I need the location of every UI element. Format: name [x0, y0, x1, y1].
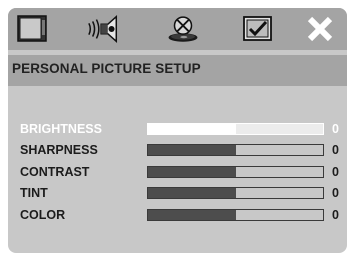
setup-menu-screen: PERSONAL PICTURE SETUP BRIGHTNESS 0 SHARPN… — [8, 8, 347, 253]
setting-row-color[interactable]: COLOR 0 — [8, 206, 347, 226]
level-slider-fill — [148, 145, 236, 155]
setting-value: 0 — [332, 165, 339, 179]
level-slider[interactable] — [147, 166, 324, 178]
level-slider[interactable] — [147, 123, 324, 135]
level-slider-fill — [148, 167, 236, 177]
level-slider-fill — [148, 124, 236, 134]
level-slider-fill — [148, 210, 236, 220]
setting-value: 0 — [332, 208, 339, 222]
setting-row-contrast[interactable]: CONTRAST 0 — [8, 163, 347, 183]
setting-label: TINT — [20, 186, 48, 200]
disc-preference-icon[interactable] — [166, 13, 200, 45]
setting-row-brightness[interactable]: BRIGHTNESS 0 — [8, 120, 347, 140]
menu-icon-bar — [8, 8, 347, 50]
setting-label: BRIGHTNESS — [20, 122, 102, 136]
page-title: PERSONAL PICTURE SETUP — [12, 61, 201, 76]
exit-x-icon[interactable] — [303, 13, 337, 45]
tv-screen-icon[interactable] — [15, 13, 49, 45]
level-slider-fill — [148, 188, 236, 198]
setting-value: 0 — [332, 143, 339, 157]
setting-label: COLOR — [20, 208, 66, 222]
setup-check-icon[interactable] — [241, 13, 275, 45]
level-slider[interactable] — [147, 144, 324, 156]
level-slider[interactable] — [147, 209, 324, 221]
setting-label: SHARPNESS — [20, 143, 98, 157]
speaker-sound-icon[interactable] — [87, 13, 121, 45]
setting-row-tint[interactable]: TINT 0 — [8, 184, 347, 204]
setting-value: 0 — [332, 186, 339, 200]
setting-value: 0 — [332, 122, 339, 136]
setting-label: CONTRAST — [20, 165, 90, 179]
page-title-bar: PERSONAL PICTURE SETUP — [8, 55, 347, 86]
setting-row-sharpness[interactable]: SHARPNESS 0 — [8, 141, 347, 161]
level-slider[interactable] — [147, 187, 324, 199]
